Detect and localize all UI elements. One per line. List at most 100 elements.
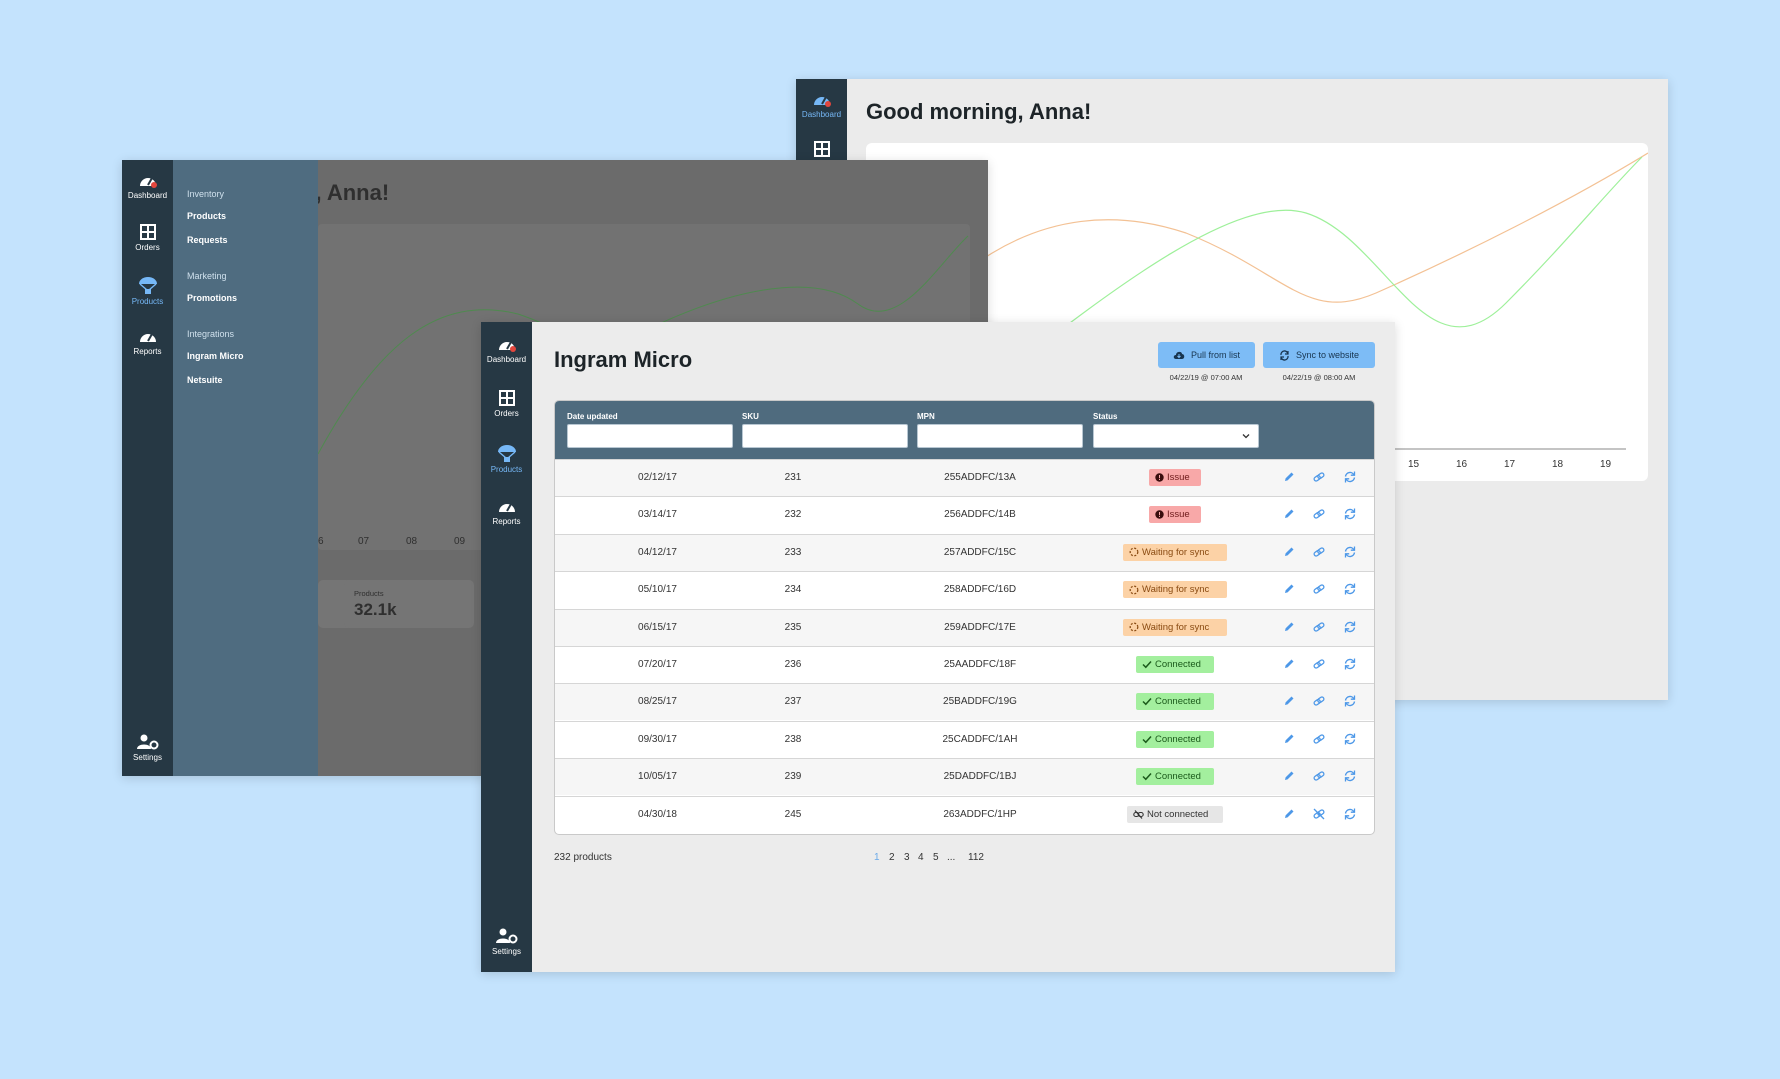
- resync-button[interactable]: [1343, 694, 1359, 710]
- resync-button[interactable]: [1343, 507, 1359, 523]
- page-link-3[interactable]: 3: [904, 852, 910, 863]
- nav-products[interactable]: Products: [122, 276, 173, 306]
- link-button[interactable]: [1312, 732, 1328, 748]
- refresh-icon: [1344, 808, 1356, 820]
- status-badge: Not connected: [1127, 805, 1223, 823]
- products-table: Date updated SKU MPN Status 02/12/17 231 2…: [554, 400, 1375, 835]
- sku-cell: 245: [784, 808, 802, 820]
- mpn-cell: 263ADDFC/1HP: [943, 808, 1017, 820]
- link-button[interactable]: [1312, 582, 1328, 598]
- resync-button[interactable]: [1343, 582, 1359, 598]
- edit-button[interactable]: [1282, 732, 1298, 748]
- edit-button[interactable]: [1282, 507, 1298, 523]
- page-ellipsis: ...: [947, 852, 956, 863]
- subnav-link-products[interactable]: Products: [187, 211, 226, 221]
- x-tick-label: 19: [1600, 459, 1612, 470]
- nav-dashboard[interactable]: Dashboard: [122, 172, 173, 200]
- x-tick-label: 16: [1456, 459, 1468, 470]
- sku-filter-input[interactable]: [742, 424, 908, 448]
- sku-cell: 236: [784, 659, 802, 670]
- subnav-link-requests[interactable]: Requests: [187, 235, 228, 245]
- page-link-5[interactable]: 5: [933, 852, 939, 863]
- link-button[interactable]: [1312, 620, 1328, 636]
- stat-value: 32.1k: [354, 600, 397, 619]
- sku-cell: 231: [784, 472, 802, 483]
- gauge-icon: [813, 96, 831, 107]
- subnav-link-netsuite[interactable]: Netsuite: [187, 375, 223, 385]
- link-button[interactable]: [1312, 507, 1328, 523]
- pull-from-list-button[interactable]: Pull from list: [1158, 342, 1255, 368]
- edit-button[interactable]: [1282, 769, 1298, 785]
- link-button[interactable]: [1312, 545, 1328, 561]
- pencil-icon: [1285, 622, 1294, 631]
- product-count: 232 products: [554, 852, 612, 863]
- page-link-last[interactable]: 112: [968, 852, 984, 863]
- edit-button[interactable]: [1282, 582, 1298, 598]
- mpn-filter-input[interactable]: [917, 424, 1083, 448]
- nav-dashboard[interactable]: Dashboard: [796, 91, 847, 119]
- refresh-icon: [1344, 471, 1356, 483]
- mpn-cell: 25CADDFC/1AH: [942, 733, 1018, 745]
- resync-button[interactable]: [1343, 807, 1359, 823]
- nav-products[interactable]: Products: [481, 444, 532, 474]
- x-tick-label: 17: [1504, 459, 1516, 470]
- page-link-2[interactable]: 2: [889, 852, 895, 863]
- date-cell: 08/25/17: [638, 696, 677, 708]
- link-icon: [1313, 547, 1325, 557]
- nav-orders[interactable]: Orders: [122, 224, 173, 252]
- subnav-link-ingram-micro[interactable]: Ingram Micro: [187, 351, 244, 361]
- resync-button[interactable]: [1343, 545, 1359, 561]
- edit-button[interactable]: [1282, 470, 1298, 486]
- nav-reports-label: Reports: [133, 347, 162, 356]
- refresh-icon: [1344, 770, 1356, 782]
- nav-settings[interactable]: Settings: [481, 928, 532, 956]
- resync-button[interactable]: [1343, 470, 1359, 486]
- edit-button[interactable]: [1282, 545, 1298, 561]
- resync-button[interactable]: [1343, 620, 1359, 636]
- nav-orders[interactable]: Orders: [481, 390, 532, 418]
- date-updated-filter-input[interactable]: [567, 424, 733, 448]
- page-link-1[interactable]: 1: [874, 852, 880, 863]
- status-text: Connected: [1155, 771, 1201, 783]
- gauge-icon: [139, 177, 157, 188]
- nav-orders[interactable]: [796, 141, 847, 160]
- link-button[interactable]: [1312, 769, 1328, 785]
- link-button[interactable]: [1312, 657, 1328, 673]
- x-tick-label: 6: [318, 536, 324, 547]
- grid-icon: [498, 390, 515, 406]
- link-button[interactable]: [1312, 694, 1328, 710]
- edit-button[interactable]: [1282, 657, 1298, 673]
- check-icon: [1142, 773, 1152, 781]
- pencil-icon: [1285, 734, 1294, 743]
- edit-button[interactable]: [1282, 807, 1298, 823]
- refresh-icon: [1344, 546, 1356, 558]
- reports-gauge-icon: [139, 333, 156, 342]
- resync-button[interactable]: [1343, 657, 1359, 673]
- resync-button[interactable]: [1343, 732, 1359, 748]
- pull-timestamp: 04/22/19 @ 07:00 AM: [1169, 373, 1243, 382]
- resync-button[interactable]: [1343, 769, 1359, 785]
- status-badge: Connected: [1136, 730, 1214, 748]
- nav-reports[interactable]: Reports: [122, 328, 173, 356]
- sku-cell: 235: [784, 621, 802, 633]
- nav-reports[interactable]: Reports: [481, 498, 532, 526]
- nav-settings-label: Settings: [492, 947, 521, 956]
- subnav-link-promotions[interactable]: Promotions: [187, 293, 237, 303]
- check-icon: [1142, 735, 1152, 744]
- status-text: Connected: [1155, 733, 1201, 745]
- table-row: 02/12/17 231 255ADDFC/13A Issue: [555, 459, 1374, 496]
- link-button[interactable]: [1312, 807, 1328, 823]
- link-button[interactable]: [1312, 470, 1328, 486]
- status-filter-select[interactable]: [1093, 424, 1259, 448]
- edit-button[interactable]: [1282, 694, 1298, 710]
- grid-icon: [139, 224, 156, 240]
- edit-button[interactable]: [1282, 620, 1298, 636]
- sync-to-website-button[interactable]: Sync to website: [1263, 342, 1375, 368]
- nav-orders-label: Orders: [135, 243, 160, 252]
- alert-circle-icon: [1155, 473, 1164, 482]
- sync-to-website-label: Sync to website: [1295, 350, 1360, 360]
- page-link-4[interactable]: 4: [918, 852, 924, 863]
- table-row: 10/05/17 239 25DADDFC/1BJ Connected: [555, 758, 1374, 796]
- nav-settings[interactable]: Settings: [122, 734, 173, 762]
- nav-dashboard[interactable]: Dashboard: [481, 336, 532, 364]
